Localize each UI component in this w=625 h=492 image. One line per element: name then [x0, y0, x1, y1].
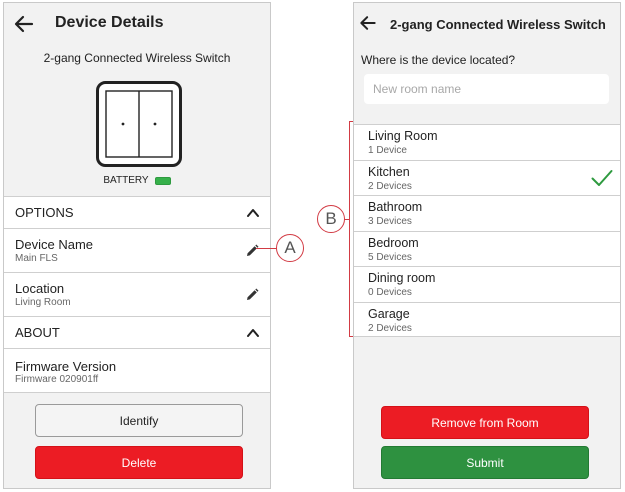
location-question: Where is the device located?: [361, 53, 516, 67]
delete-button[interactable]: Delete: [35, 446, 243, 479]
device-name-value: Main FLS: [15, 253, 58, 264]
callout-a-line: [256, 248, 278, 250]
options-header-label: OPTIONS: [15, 205, 74, 220]
room-name: Dining room: [368, 271, 436, 285]
room-device-count: 2 Devices: [368, 180, 412, 192]
page-title: 2-gang Connected Wireless Switch: [390, 17, 606, 32]
firmware-title: Firmware Version: [15, 359, 117, 374]
room-item-dining-room[interactable]: Dining room 0 Devices: [354, 266, 620, 302]
firmware-row: Firmware Version Firmware 020901ff: [4, 349, 270, 393]
room-name: Living Room: [368, 129, 438, 143]
location-value: Living Room: [15, 297, 71, 308]
callout-a: A: [276, 234, 304, 262]
room-item-bathroom[interactable]: Bathroom 3 Devices: [354, 195, 620, 231]
about-header-label: ABOUT: [15, 325, 60, 340]
callout-b: B: [317, 205, 345, 233]
about-section-header[interactable]: ABOUT: [4, 316, 270, 349]
options-section-header[interactable]: OPTIONS: [4, 196, 270, 229]
room-device-count: 5 Devices: [368, 251, 412, 263]
room-device-count: 2 Devices: [368, 322, 412, 334]
submit-button[interactable]: Submit: [381, 446, 589, 479]
chevron-up-icon[interactable]: [246, 206, 260, 220]
location-row[interactable]: Location Living Room: [4, 273, 270, 317]
room-item-kitchen[interactable]: Kitchen 2 Devices: [354, 159, 620, 195]
switch-device-icon: [96, 81, 182, 167]
chevron-up-icon[interactable]: [246, 326, 260, 340]
page-title: Device Details: [55, 14, 164, 31]
remove-from-room-button[interactable]: Remove from Room: [381, 406, 589, 439]
room-name: Kitchen: [368, 164, 410, 179]
room-item-living-room[interactable]: Living Room 1 Device: [354, 124, 620, 160]
room-item-bedroom[interactable]: Bedroom 5 Devices: [354, 230, 620, 266]
top-bar: 2-gang Connected Wireless Switch: [354, 3, 620, 47]
location-title: Location: [15, 281, 65, 296]
room-device-count: 1 Device: [368, 145, 407, 156]
firmware-value: Firmware 020901ff: [15, 374, 99, 385]
check-icon: [591, 169, 613, 186]
new-room-input[interactable]: [364, 74, 609, 104]
device-name-row[interactable]: Device Name Main FLS: [4, 229, 270, 273]
room-list: Living Room 1 Device Kitchen 2 Devices B…: [354, 124, 620, 337]
room-location-screen: 2-gang Connected Wireless Switch Where i…: [353, 2, 621, 489]
pencil-icon[interactable]: [245, 288, 259, 302]
battery-status: BATTERY: [4, 175, 270, 186]
room-name: Bedroom: [368, 235, 419, 250]
room-name: Bathroom: [368, 200, 423, 214]
device-name-title: Device Name: [15, 237, 94, 252]
top-bar: Device Details: [4, 3, 270, 47]
battery-icon: [154, 176, 171, 185]
pencil-icon[interactable]: [245, 244, 259, 258]
identify-button[interactable]: Identify: [35, 404, 243, 437]
room-device-count: 3 Devices: [368, 216, 412, 227]
back-arrow-icon[interactable]: [358, 13, 378, 33]
room-name: Garage: [368, 306, 410, 321]
device-details-screen: Device Details 2-gang Connected Wireless…: [3, 2, 271, 489]
battery-label: BATTERY: [103, 175, 149, 186]
room-device-count: 0 Devices: [368, 287, 412, 298]
back-arrow-icon[interactable]: [12, 12, 36, 36]
room-item-garage[interactable]: Garage 2 Devices: [354, 301, 620, 337]
device-name-label: 2-gang Connected Wireless Switch: [43, 51, 231, 65]
callout-b-bracket: [349, 121, 351, 337]
